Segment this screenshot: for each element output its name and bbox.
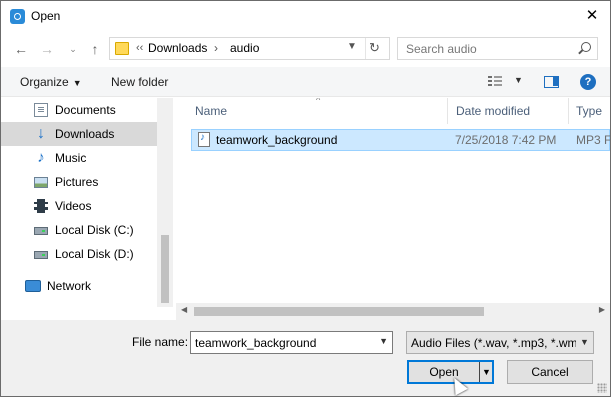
view-options-chevron-icon[interactable]: ▼ — [514, 75, 523, 85]
nav-item-videos[interactable]: Videos — [1, 194, 157, 218]
organize-button[interactable]: Organize ▼ — [20, 75, 82, 89]
file-type-select[interactable]: Audio Files (*.wav, *.mp3, *.wm ▼ — [406, 331, 594, 354]
cancel-button[interactable]: Cancel — [507, 360, 593, 384]
folder-icon — [115, 42, 129, 55]
drive-icon — [34, 251, 48, 259]
address-bar[interactable]: ‹‹ Downloads › audio ▼ ↻ — [109, 37, 390, 60]
title-bar: Open ✕ — [1, 1, 610, 32]
help-icon[interactable]: ? — [580, 74, 596, 90]
command-toolbar: Organize ▼ New folder ▼ ? — [1, 67, 610, 97]
breadcrumb-downloads[interactable]: Downloads — [148, 41, 207, 55]
close-button[interactable]: ✕ — [574, 1, 610, 31]
nav-item-pictures[interactable]: Pictures — [1, 170, 157, 194]
open-dialog-icon — [10, 9, 25, 24]
nav-item-label: Pictures — [55, 175, 99, 189]
file-name-input[interactable]: teamwork_background ▼ — [190, 331, 393, 354]
up-arrow-icon[interactable]: ↑ — [85, 39, 105, 59]
forward-arrow-icon[interactable]: → — [37, 39, 57, 59]
mp3-file-icon — [198, 132, 210, 147]
search-input[interactable]: Search audio — [397, 37, 598, 60]
network-icon — [25, 280, 41, 292]
documents-icon — [34, 103, 48, 117]
nav-item-label: Documents — [55, 103, 116, 117]
search-icon[interactable] — [581, 42, 591, 52]
file-name: teamwork_background — [216, 133, 338, 147]
address-dropdown-chevron-icon[interactable]: ▼ — [347, 41, 357, 52]
nav-item-music[interactable]: ♪ Music — [1, 146, 157, 170]
nav-item-downloads[interactable]: ↓ Downloads — [1, 122, 157, 146]
new-folder-button[interactable]: New folder — [111, 75, 168, 89]
file-list: ^ Name Date modified Type teamwork_backg… — [176, 98, 610, 307]
open-dialog: Open ✕ ← → ⌄ ↑ ‹‹ Downloads › audio ▼ ↻ … — [0, 0, 611, 397]
videos-icon — [34, 199, 48, 213]
nav-item-label: Downloads — [55, 127, 115, 141]
scroll-left-icon[interactable]: ◀ — [181, 305, 187, 314]
open-options-chevron-icon[interactable]: ▼ — [481, 362, 492, 382]
file-type-value: Audio Files (*.wav, *.mp3, *.wm — [411, 336, 578, 350]
drive-icon — [34, 227, 48, 235]
back-arrow-icon[interactable]: ← — [11, 39, 31, 59]
change-view-icon[interactable] — [488, 76, 502, 87]
scrollbar-thumb[interactable] — [161, 235, 169, 303]
address-divider — [365, 38, 366, 59]
file-name-dropdown-icon[interactable]: ▼ — [379, 336, 388, 346]
column-header-type[interactable]: Type — [569, 98, 610, 124]
nav-item-local-disk-c[interactable]: Local Disk (C:) — [1, 218, 157, 242]
breadcrumb-separator[interactable]: › — [214, 41, 218, 55]
address-overflow[interactable]: ‹‹ — [136, 42, 143, 54]
file-type: MP3 Fo — [576, 133, 610, 147]
preview-pane-icon[interactable] — [544, 76, 559, 88]
scrollbar-thumb[interactable] — [194, 307, 484, 316]
chevron-down-icon: ▼ — [72, 78, 82, 88]
horizontal-scrollbar[interactable]: ◀ ▶ — [176, 303, 610, 320]
nav-item-local-disk-d[interactable]: Local Disk (D:) — [1, 242, 157, 266]
downloads-icon: ↓ — [37, 125, 45, 142]
file-type-dropdown-icon[interactable]: ▼ — [576, 332, 593, 353]
file-row[interactable]: teamwork_background 7/25/2018 7:42 PM MP… — [191, 129, 610, 151]
nav-item-network[interactable]: Network — [1, 274, 157, 298]
sort-ascending-icon: ^ — [316, 98, 321, 105]
nav-item-label: Local Disk (D:) — [55, 247, 134, 261]
file-name-value[interactable]: teamwork_background — [195, 336, 316, 350]
navigation-scrollbar[interactable] — [157, 98, 173, 307]
navigation-pane: Documents ↓ Downloads ♪ Music Pictures V… — [1, 98, 173, 307]
resize-grip[interactable] — [597, 383, 607, 393]
column-header-name[interactable]: ^ Name — [176, 98, 448, 124]
column-header-name-label: Name — [195, 104, 228, 118]
breadcrumb-audio[interactable]: audio — [230, 41, 259, 55]
nav-item-label: Music — [55, 151, 87, 165]
search-placeholder: Search audio — [406, 42, 477, 56]
nav-item-documents[interactable]: Documents — [1, 98, 157, 122]
pictures-icon — [34, 177, 48, 188]
split-divider — [479, 362, 480, 382]
file-date-modified: 7/25/2018 7:42 PM — [455, 133, 557, 147]
recent-locations-chevron-icon[interactable]: ⌄ — [63, 39, 83, 59]
refresh-icon[interactable]: ↻ — [369, 40, 380, 56]
dialog-footer: File name: teamwork_background ▼ Audio F… — [1, 320, 610, 396]
nav-item-label: Network — [47, 279, 92, 293]
nav-item-label: Local Disk (C:) — [55, 223, 134, 237]
open-button-label[interactable]: Open — [409, 362, 479, 382]
file-name-label: File name: — [132, 335, 189, 349]
column-header-date-modified[interactable]: Date modified — [448, 98, 569, 124]
scroll-right-icon[interactable]: ▶ — [599, 305, 605, 314]
nav-item-label: Videos — [55, 199, 92, 213]
organize-label: Organize — [20, 75, 69, 89]
window-title: Open — [31, 9, 61, 23]
music-icon: ♪ — [37, 149, 45, 166]
